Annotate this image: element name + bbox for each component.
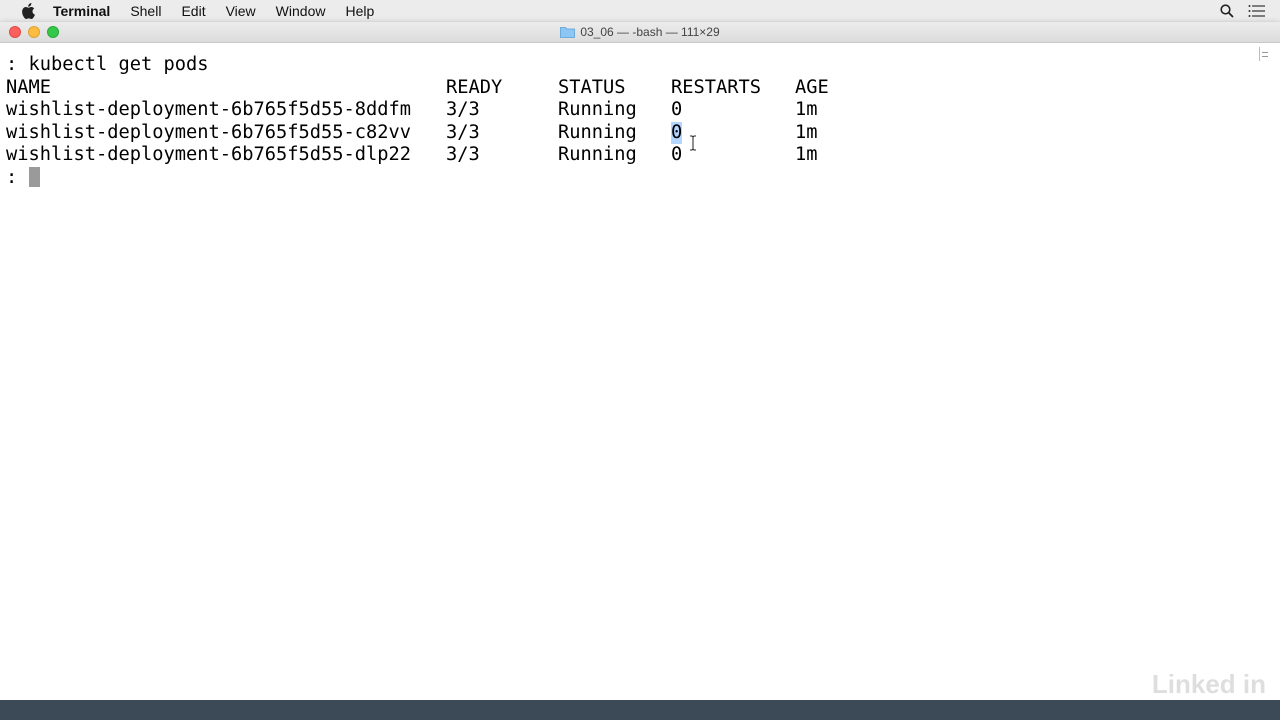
menu-view[interactable]: View <box>226 3 256 19</box>
header-status: STATUS <box>558 77 626 98</box>
pod-restarts: 0 <box>671 144 683 165</box>
text-cursor <box>28 167 40 187</box>
terminal-content[interactable]: : kubectl get pods NAME READY STATUS RES… <box>6 44 1260 700</box>
pod-name: wishlist-deployment-6b765f5d55-c82vv <box>6 122 412 143</box>
menu-help[interactable]: Help <box>345 3 374 19</box>
pod-restarts-selected[interactable]: 0 <box>671 122 683 144</box>
pod-status: Running <box>558 99 637 120</box>
pod-status: Running <box>558 122 637 143</box>
pod-age: 1m <box>795 122 818 143</box>
pod-name: wishlist-deployment-6b765f5d55-dlp22 <box>6 144 412 165</box>
window-titlebar[interactable]: 03_06 — -bash — 111×29 <box>0 22 1280 43</box>
header-ready: READY <box>446 77 503 98</box>
prompt-line[interactable]: : <box>6 167 40 189</box>
table-header: NAME READY STATUS RESTARTS AGE <box>6 77 906 99</box>
desktop-background <box>0 700 1280 720</box>
menu-bar: Terminal Shell Edit View Window Help <box>0 0 1280 23</box>
menu-extras <box>1220 0 1280 22</box>
pod-restarts: 0 <box>671 99 683 120</box>
pod-ready: 3/3 <box>446 144 480 165</box>
header-age: AGE <box>795 77 829 98</box>
pod-name: wishlist-deployment-6b765f5d55-8ddfm <box>6 99 412 120</box>
menu-app-terminal[interactable]: Terminal <box>53 3 110 19</box>
menu-window[interactable]: Window <box>276 3 326 19</box>
menu-edit[interactable]: Edit <box>181 3 205 19</box>
pod-ready: 3/3 <box>446 122 480 143</box>
linkedin-watermark: Linked in <box>1151 669 1266 699</box>
apple-icon[interactable] <box>20 3 36 19</box>
prompt: : <box>6 167 29 188</box>
menu-shell[interactable]: Shell <box>130 3 161 19</box>
spotlight-search-icon[interactable] <box>1220 4 1234 18</box>
pod-status: Running <box>558 144 637 165</box>
header-name: NAME <box>6 77 52 98</box>
command-line: : kubectl get pods <box>6 54 209 75</box>
header-restarts: RESTARTS <box>671 77 762 98</box>
ibeam-cursor-icon <box>690 135 696 151</box>
table-row: wishlist-deployment-6b765f5d55-dlp22 3/3… <box>6 144 906 166</box>
window-title-text: 03_06 — -bash — 111×29 <box>580 25 720 39</box>
folder-icon <box>560 26 576 38</box>
scroll-marker-icon[interactable] <box>1259 47 1270 61</box>
table-row: wishlist-deployment-6b765f5d55-c82vv 3/3… <box>6 122 906 144</box>
window-title: 03_06 — -bash — 111×29 <box>0 25 1280 39</box>
terminal-window: 03_06 — -bash — 111×29 : kubectl get pod… <box>0 22 1280 700</box>
pod-age: 1m <box>795 144 818 165</box>
pod-ready: 3/3 <box>446 99 480 120</box>
notification-center-icon[interactable] <box>1248 4 1266 18</box>
table-row: wishlist-deployment-6b765f5d55-8ddfm 3/3… <box>6 99 906 121</box>
pod-age: 1m <box>795 99 818 120</box>
